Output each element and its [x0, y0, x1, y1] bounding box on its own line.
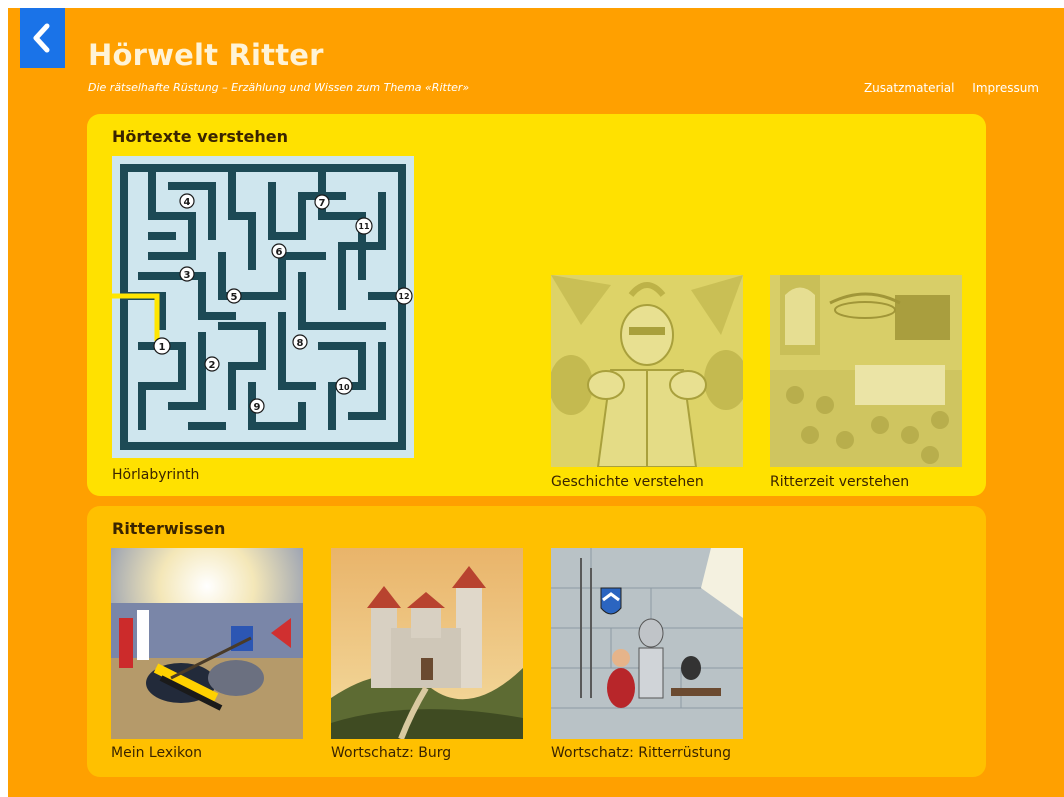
tile-label: Geschichte verstehen — [551, 474, 704, 490]
section-ritterwissen: Ritterwissen Mein Lexikon Wortschatz: Bu… — [87, 506, 986, 777]
knight-armor-image — [551, 275, 743, 467]
maze-image: 1 2 3 4 5 6 7 8 9 10 11 12 — [112, 156, 414, 458]
tile-wortschatz-ritterruestung[interactable]: Wortschatz: Ritterrüstung — [551, 548, 743, 768]
section-title: Ritterwissen — [112, 519, 226, 538]
nav-impressum[interactable]: Impressum — [972, 81, 1039, 95]
maze-number: 10 — [338, 383, 350, 392]
maze-number: 3 — [184, 270, 191, 281]
tile-hoerlabyrinth[interactable]: 1 2 3 4 5 6 7 8 9 10 11 12 Hörlabyrinth — [112, 156, 414, 486]
tile-label: Ritterzeit verstehen — [770, 474, 910, 490]
nav-zusatzmaterial[interactable]: Zusatzmaterial — [864, 81, 955, 95]
tile-label: Hörlabyrinth — [112, 467, 200, 483]
app-window: Hörwelt Ritter Die rätselhafte Rüstung –… — [8, 8, 1064, 797]
maze-number: 2 — [209, 360, 216, 371]
armor-room-image — [551, 548, 743, 739]
section-hoertexte: Hörtexte verstehen 1 2 3 4 5 6 7 8 9 10 … — [87, 114, 986, 496]
section-title: Hörtexte verstehen — [112, 127, 288, 146]
maze-number: 12 — [398, 292, 409, 301]
page-subtitle: Die rätselhafte Rüstung – Erzählung und … — [88, 81, 470, 94]
maze-number: 11 — [358, 222, 370, 231]
maze-number: 9 — [254, 402, 261, 413]
tile-label: Wortschatz: Burg — [331, 745, 452, 761]
chevron-left-icon — [33, 23, 50, 53]
tile-wortschatz-burg[interactable]: Wortschatz: Burg — [331, 548, 523, 768]
maze-number: 4 — [184, 197, 191, 208]
tile-ritterzeit-verstehen[interactable]: Ritterzeit verstehen — [770, 275, 962, 490]
tile-label: Mein Lexikon — [111, 745, 203, 761]
page-title: Hörwelt Ritter — [88, 38, 324, 72]
maze-number: 1 — [159, 342, 166, 353]
maze-number: 5 — [231, 292, 238, 303]
joust-image — [111, 548, 303, 739]
maze-number: 8 — [297, 338, 304, 349]
top-nav: Zusatzmaterial Impressum — [850, 81, 1039, 95]
maze-number: 6 — [276, 247, 283, 258]
tile-mein-lexikon[interactable]: Mein Lexikon — [111, 548, 303, 768]
back-button[interactable] — [20, 8, 65, 68]
tile-geschichte-verstehen[interactable]: Geschichte verstehen — [551, 275, 743, 490]
castle-image — [331, 548, 523, 739]
tile-label: Wortschatz: Ritterrüstung — [551, 745, 732, 761]
banquet-hall-image — [770, 275, 962, 467]
maze-number: 7 — [319, 198, 326, 209]
